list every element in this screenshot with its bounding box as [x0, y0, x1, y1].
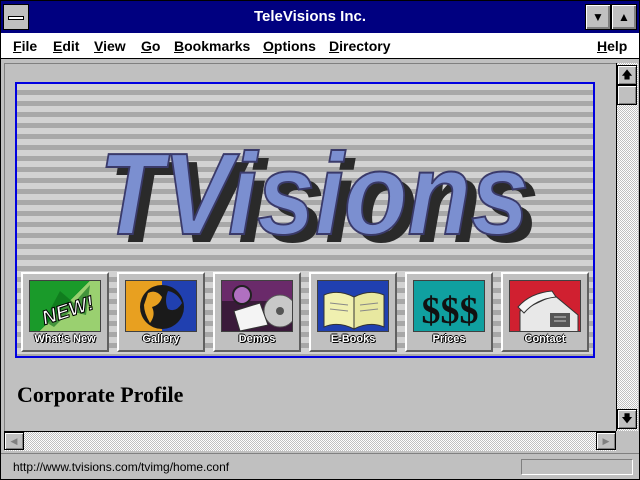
menu-help[interactable]: Help	[597, 38, 627, 54]
status-bar: http://www.tvisions.com/tvimg/home.conf	[1, 453, 639, 479]
contact-button[interactable]: Contact	[501, 272, 589, 352]
logo-text: TVisions	[99, 129, 529, 259]
triangle-up-icon: ▲	[618, 10, 630, 24]
page-heading: Corporate Profile	[17, 382, 184, 407]
whats-new-label: What's New	[34, 333, 96, 345]
browser-window: TeleVisions Inc. ▼ ▲ File Edit View Go B…	[0, 0, 640, 480]
triangle-down-icon: ▼	[592, 10, 604, 24]
whats-new-button[interactable]: NEW! What's New	[21, 272, 109, 352]
prices-art-text: $$$	[422, 290, 479, 332]
page-content: TVisions TVisions NEW! What's New Galler…	[4, 63, 616, 431]
maximize-button[interactable]: ▲	[611, 4, 637, 30]
gallery-label: Gallery	[142, 333, 180, 345]
camera-disc-icon	[221, 280, 293, 332]
open-book-icon	[317, 280, 389, 332]
arrow-up-icon: 🡅	[621, 68, 633, 81]
menu-options[interactable]: Options	[263, 38, 316, 54]
telephone-icon	[509, 280, 581, 332]
window-title: TeleVisions Inc.	[254, 8, 366, 25]
menu-edit[interactable]: Edit	[53, 38, 79, 54]
tvisions-logo: TVisions TVisions	[98, 128, 539, 267]
demos-button[interactable]: Demos	[213, 272, 301, 352]
scroll-down-button[interactable]: 🡇	[617, 409, 637, 429]
new-burst-icon: NEW!	[29, 280, 101, 332]
scroll-right-button[interactable]: ▶	[596, 432, 616, 450]
dollar-signs-icon: $$$	[413, 280, 485, 332]
vertical-scrollbar[interactable]: 🡅 🡇	[616, 63, 638, 431]
menu-bar: File Edit View Go Bookmarks Options Dire…	[1, 33, 639, 59]
scroll-left-button[interactable]: ◀	[4, 432, 24, 450]
scroll-up-button[interactable]: 🡅	[617, 65, 637, 85]
arrow-down-icon: 🡇	[621, 412, 633, 425]
menu-go[interactable]: Go	[141, 38, 160, 54]
menu-file[interactable]: File	[13, 38, 37, 54]
e-books-label: E-Books	[330, 333, 376, 345]
prices-label: Prices	[432, 333, 466, 345]
scroll-thumb[interactable]	[617, 85, 637, 105]
title-bar: TeleVisions Inc. ▼ ▲	[1, 1, 639, 33]
progress-indicator	[521, 459, 633, 475]
demos-label: Demos	[238, 333, 276, 345]
site-banner: TVisions TVisions NEW! What's New Galler…	[15, 82, 595, 358]
menu-view[interactable]: View	[94, 38, 126, 54]
arrow-left-icon: ◀	[10, 435, 18, 446]
e-books-button[interactable]: E-Books	[309, 272, 397, 352]
system-menu-icon	[8, 16, 24, 20]
menu-bookmarks[interactable]: Bookmarks	[174, 38, 250, 54]
new-art-text: NEW!	[39, 292, 97, 330]
menu-directory[interactable]: Directory	[329, 38, 390, 54]
contact-label: Contact	[524, 333, 566, 345]
gallery-button[interactable]: Gallery	[117, 272, 205, 352]
status-url: http://www.tvisions.com/tvimg/home.conf	[13, 460, 230, 474]
minimize-button[interactable]: ▼	[585, 4, 611, 30]
system-menu-button[interactable]	[3, 4, 29, 30]
globe-icon	[125, 280, 197, 332]
horizontal-scrollbar[interactable]: ◀ ▶	[4, 431, 616, 451]
arrow-right-icon: ▶	[602, 435, 610, 446]
prices-button[interactable]: $$$ Prices	[405, 272, 493, 352]
